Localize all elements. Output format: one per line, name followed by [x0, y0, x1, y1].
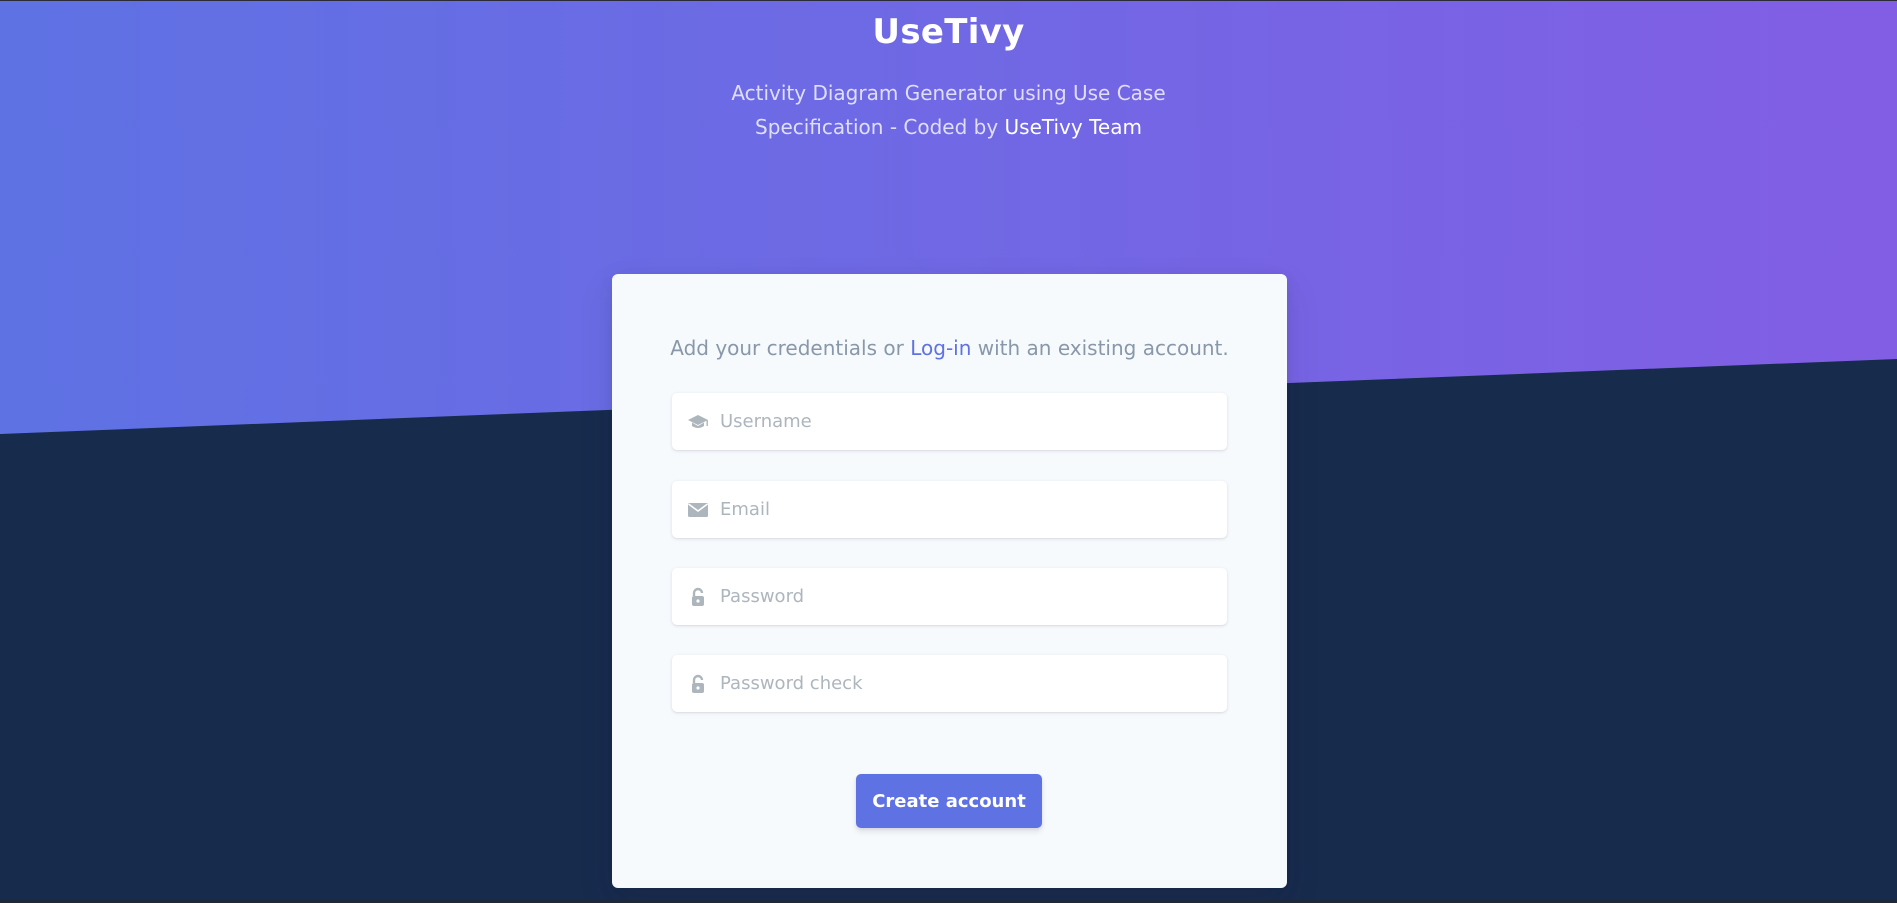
- app-subtitle: Activity Diagram Generator using Use Cas…: [679, 76, 1219, 144]
- login-link[interactable]: Log-in: [910, 336, 971, 360]
- username-field[interactable]: [672, 393, 1227, 450]
- unlock-icon: [672, 655, 720, 712]
- create-account-button[interactable]: Create account: [856, 774, 1042, 828]
- unlock-icon: [672, 568, 720, 625]
- intro-text-before: Add your credentials or: [670, 336, 904, 360]
- email-input[interactable]: [720, 481, 1227, 538]
- app-title: UseTivy: [872, 12, 1025, 52]
- register-intro: Add your credentials or Log-in with an e…: [612, 334, 1287, 362]
- envelope-icon: [672, 481, 720, 538]
- password-check-input[interactable]: [720, 655, 1227, 712]
- page-header: UseTivy Activity Diagram Generator using…: [0, 10, 1897, 144]
- page: UseTivy Activity Diagram Generator using…: [0, 0, 1897, 903]
- intro-text-after: with an existing account.: [977, 336, 1229, 360]
- register-card: Add your credentials or Log-in with an e…: [612, 274, 1287, 888]
- team-link[interactable]: UseTivy Team: [1005, 115, 1142, 139]
- username-input[interactable]: [720, 393, 1227, 450]
- top-border: [0, 0, 1897, 1]
- email-field[interactable]: [672, 481, 1227, 538]
- graduation-cap-icon: [672, 393, 720, 450]
- password-check-field[interactable]: [672, 655, 1227, 712]
- password-field[interactable]: [672, 568, 1227, 625]
- password-input[interactable]: [720, 568, 1227, 625]
